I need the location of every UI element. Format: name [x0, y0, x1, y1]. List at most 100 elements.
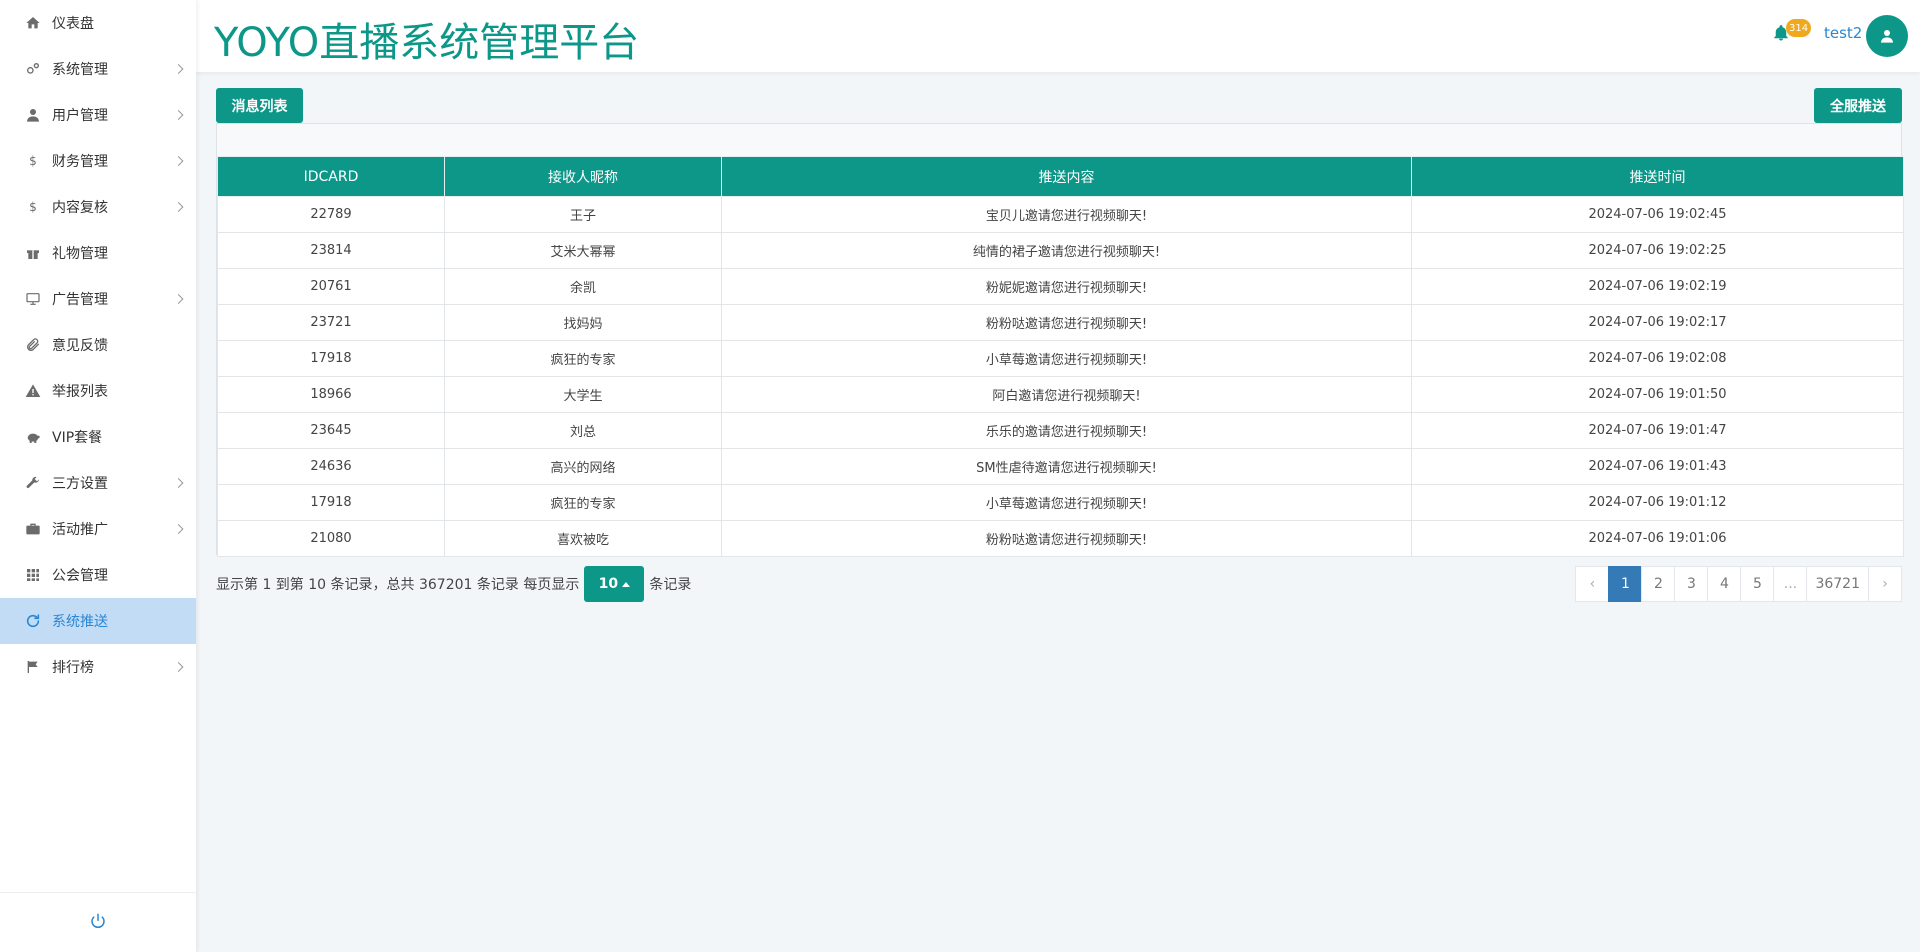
sidebar-item-label: 举报列表 — [52, 384, 108, 400]
sidebar-item-label: 意见反馈 — [52, 338, 108, 354]
page-next[interactable]: › — [1868, 566, 1902, 602]
sidebar-item-9[interactable]: VIP套餐 — [0, 414, 196, 460]
sidebar-item-2[interactable]: 用户管理 — [0, 92, 196, 138]
table-cell: 宝贝儿邀请您进行视频聊天! — [721, 196, 1412, 233]
table-row: 24636 高兴的网络 SM性虐待邀请您进行视频聊天! 2024-07-06 19:0… — [217, 448, 1904, 485]
table-cell: 疯狂的专家 — [444, 340, 722, 377]
page-link[interactable]: 3 — [1674, 566, 1709, 602]
table-cell: 纯情的裙子邀请您进行视频聊天! — [721, 232, 1412, 269]
sidebar-item-label: 礼物管理 — [52, 246, 108, 262]
table-body: 22789 王子 宝贝儿邀请您进行视频聊天! 2024-07-06 19:02:45 2… — [217, 196, 1904, 557]
refresh-icon — [24, 612, 42, 630]
sidebar-item-4[interactable]: $ 内容复核 — [0, 184, 196, 230]
pagination-info: 显示第 1 到第 10 条记录，总共 367201 条记录 每页显示 10 条记… — [216, 566, 691, 602]
grid-icon — [24, 566, 42, 584]
sidebar-item-6[interactable]: 广告管理 — [0, 276, 196, 322]
sidebar-item-label: 公会管理 — [52, 568, 108, 584]
table-cell: 小草莓邀请您进行视频聊天! — [721, 484, 1412, 521]
table-row: 20761 余凯 粉妮妮邀请您进行视频聊天! 2024-07-06 19:02:19 — [217, 268, 1904, 305]
sidebar-item-label: 用户管理 — [52, 108, 108, 124]
page-link[interactable]: 1 — [1608, 566, 1643, 602]
table-cell: 乐乐的邀请您进行视频聊天! — [721, 412, 1412, 449]
table-cell: 2024-07-06 19:01:50 — [1411, 376, 1904, 413]
sidebar-item-14[interactable]: 排行榜 — [0, 644, 196, 690]
table-cell: 找妈妈 — [444, 304, 722, 341]
notification-badge[interactable]: 314 — [1786, 19, 1812, 37]
sidebar-item-label: 仪表盘 — [52, 16, 94, 32]
sidebar-item-label: 财务管理 — [52, 154, 108, 170]
table-cell: 2024-07-06 19:02:45 — [1411, 196, 1904, 233]
table-cell: 2024-07-06 19:02:17 — [1411, 304, 1904, 341]
table-cell: 24636 — [217, 448, 445, 485]
table-cell: 2024-07-06 19:01:43 — [1411, 448, 1904, 485]
table-cell: 粉粉哒邀请您进行视频聊天! — [721, 520, 1412, 557]
warning-icon — [24, 382, 42, 400]
table-cell: 18966 — [217, 376, 445, 413]
table-cell: 大学生 — [444, 376, 722, 413]
table-cell: 粉粉哒邀请您进行视频聊天! — [721, 304, 1412, 341]
sidebar-item-12[interactable]: 公会管理 — [0, 552, 196, 598]
table-cell: 23721 — [217, 304, 445, 341]
top-header: YOYO直播系统管理平台 314 test2 — [196, 0, 1920, 72]
column-header: 推送内容 — [721, 156, 1412, 197]
column-header: IDCARD — [217, 156, 445, 197]
caret-up-icon — [622, 581, 631, 587]
gift-icon — [24, 244, 42, 262]
sidebar-item-label: 活动推广 — [52, 522, 108, 538]
sidebar-item-0[interactable]: 仪表盘 — [0, 0, 196, 46]
push-all-button[interactable]: 全服推送 — [1814, 88, 1902, 123]
page-size-select[interactable]: 10 — [584, 566, 645, 602]
sidebar-item-1[interactable]: 系统管理 — [0, 46, 196, 92]
sidebar-item-5[interactable]: 礼物管理 — [0, 230, 196, 276]
sidebar-item-11[interactable]: 活动推广 — [0, 506, 196, 552]
table-cell: SM性虐待邀请您进行视频聊天! — [721, 448, 1412, 485]
page-link[interactable]: 5 — [1740, 566, 1775, 602]
user-icon — [24, 106, 42, 124]
table-cell: 高兴的网络 — [444, 448, 722, 485]
table-cell: 王子 — [444, 196, 722, 233]
table-cell: 22789 — [217, 196, 445, 233]
push-table: IDCARD 接收人昵称 推送内容 推送时间 22789 王子 宝贝儿邀请您进行视频聊天!… — [217, 156, 1904, 557]
message-list-button[interactable]: 消息列表 — [216, 88, 303, 123]
table-cell: 2024-07-06 19:01:47 — [1411, 412, 1904, 449]
sidebar-item-label: 三方设置 — [52, 476, 108, 492]
sidebar-item-10[interactable]: 三方设置 — [0, 460, 196, 506]
table-row: 23721 找妈妈 粉粉哒邀请您进行视频聊天! 2024-07-06 19:02:17 — [217, 304, 1904, 341]
power-icon[interactable] — [89, 912, 107, 934]
table-cell: 2024-07-06 19:01:12 — [1411, 484, 1904, 521]
sidebar-item-3[interactable]: $ 财务管理 — [0, 138, 196, 184]
sidebar-item-8[interactable]: 举报列表 — [0, 368, 196, 414]
page-link[interactable]: 36721 — [1806, 566, 1869, 602]
page-link[interactable]: 2 — [1641, 566, 1676, 602]
chevron-right-icon — [173, 294, 184, 304]
column-header: 接收人昵称 — [444, 156, 722, 197]
table-panel: IDCARD 接收人昵称 推送内容 推送时间 22789 王子 宝贝儿邀请您进行视频聊天!… — [216, 123, 1904, 557]
table-cell: 2024-07-06 19:02:25 — [1411, 232, 1904, 269]
sidebar-item-13[interactable]: 系统推送 — [0, 598, 196, 644]
table-cell: 23814 — [217, 232, 445, 269]
page-link[interactable]: ... — [1773, 566, 1808, 602]
paperclip-icon — [24, 336, 42, 354]
gears-icon — [24, 60, 42, 78]
chevron-right-icon — [173, 64, 184, 74]
table-header-row: IDCARD 接收人昵称 推送内容 推送时间 — [217, 156, 1904, 197]
page-prev[interactable]: ‹ — [1575, 566, 1610, 602]
username-link[interactable]: test2 — [1824, 24, 1862, 42]
pagination: ‹ 1 2 3 4 5... 36721 › — [1575, 566, 1902, 602]
table-cell: 2024-07-06 19:02:19 — [1411, 268, 1904, 305]
column-header: 推送时间 — [1411, 156, 1904, 197]
sidebar-item-label: 广告管理 — [52, 292, 108, 308]
svg-text:$: $ — [29, 200, 37, 214]
table-cell: 余凯 — [444, 268, 722, 305]
page-link[interactable]: 4 — [1707, 566, 1742, 602]
table-cell: 艾米大幂幂 — [444, 232, 722, 269]
table-row: 17918 疯狂的专家 小草莓邀请您进行视频聊天! 2024-07-06 19:02:… — [217, 340, 1904, 377]
table-row: 23814 艾米大幂幂 纯情的裙子邀请您进行视频聊天! 2024-07-06 19:0… — [217, 232, 1904, 269]
wrench-icon — [24, 474, 42, 492]
ad-icon — [24, 290, 42, 308]
chevron-right-icon — [173, 202, 184, 212]
sidebar-item-7[interactable]: 意见反馈 — [0, 322, 196, 368]
table-cell: 23645 — [217, 412, 445, 449]
chevron-right-icon — [173, 524, 184, 534]
avatar[interactable] — [1866, 15, 1908, 57]
